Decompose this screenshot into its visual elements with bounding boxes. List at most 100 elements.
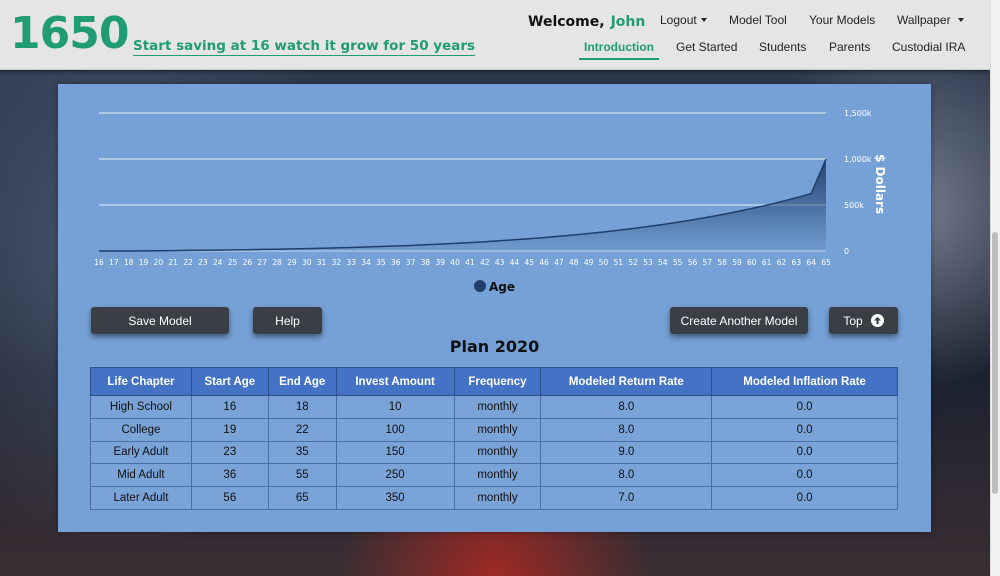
table-cell: 23 (190, 440, 269, 465)
table-cell: monthly (453, 463, 542, 488)
tab-introduction[interactable]: Introduction (579, 40, 659, 60)
column-header[interactable]: End Age (267, 367, 337, 396)
x-tick-label: 27 (257, 258, 267, 267)
x-tick-label: 18 (124, 258, 134, 267)
brand-logo[interactable]: 1650 (10, 8, 129, 59)
table-cell: monthly (453, 486, 542, 510)
x-tick-label: 34 (361, 258, 371, 267)
top-button[interactable]: Top (829, 307, 898, 334)
table-cell: 22 (267, 417, 337, 442)
table-header-row: Life Chapter Start Age End Age Invest Am… (90, 367, 898, 396)
welcome-label: Welcome, (528, 14, 605, 30)
table-cell: 7.0 (540, 486, 713, 510)
x-tick-label: 49 (584, 258, 594, 267)
x-tick-label: 29 (287, 258, 297, 267)
nav-wallpaper-label: Wallpaper (897, 13, 951, 27)
x-tick-label: 62 (777, 258, 787, 267)
x-tick-label: 19 (139, 258, 149, 267)
x-tick-label: 65 (821, 258, 831, 267)
x-tick-label: 33 (346, 258, 356, 267)
y-axis-label: $ Dollars (873, 154, 887, 214)
column-header[interactable]: Start Age (190, 367, 269, 396)
chart-legend[interactable]: Age (474, 280, 515, 294)
column-header[interactable]: Frequency (453, 367, 542, 396)
plan-table: Life Chapter Start Age End Age Invest Am… (90, 367, 898, 510)
create-another-model-button[interactable]: Create Another Model (670, 307, 808, 334)
x-tick-label: 28 (272, 258, 282, 267)
tab-get-started[interactable]: Get Started (676, 40, 737, 54)
x-tick-label: 16 (94, 258, 104, 267)
table-cell: 56 (190, 486, 269, 510)
y-tick-label: 1,500k (844, 109, 872, 118)
column-header[interactable]: Invest Amount (335, 367, 455, 396)
x-tick-label: 24 (213, 258, 223, 267)
x-tick-label: 40 (450, 258, 460, 267)
legend-marker (474, 280, 486, 292)
table-row[interactable]: Early Adult 23 35 150 monthly 9.0 0.0 (90, 440, 898, 465)
table-cell: 8.0 (540, 463, 713, 488)
tab-parents[interactable]: Parents (829, 40, 870, 54)
x-tick-label: 31 (317, 258, 327, 267)
x-tick-label: 30 (302, 258, 312, 267)
growth-chart: 16 17 18 19 20 21 22 23 24 25 26 27 28 29 30 31 32 33 34 35… (94, 109, 887, 294)
table-row[interactable]: Mid Adult 36 55 250 monthly 8.0 0.0 (90, 463, 898, 488)
x-tick-label: 64 (806, 258, 816, 267)
table-cell: 0.0 (711, 486, 898, 510)
x-tick-label: 47 (554, 258, 564, 267)
x-tick-label: 50 (599, 258, 609, 267)
table-cell: 0.0 (711, 395, 898, 419)
nav-wallpaper-dropdown[interactable]: Wallpaper (897, 13, 964, 27)
x-tick-label: 54 (658, 258, 668, 267)
page-scrollbar-thumb[interactable] (992, 232, 998, 494)
x-tick-label: 35 (376, 258, 386, 267)
table-cell: 36 (190, 463, 269, 488)
x-tick-label: 57 (703, 258, 713, 267)
x-tick-label: 48 (569, 258, 579, 267)
x-tick-label: 46 (539, 258, 549, 267)
x-tick-label: 45 (524, 258, 534, 267)
x-tick-label: 56 (688, 258, 698, 267)
x-tick-label: 41 (465, 258, 475, 267)
x-tick-label: 26 (243, 258, 253, 267)
table-row[interactable]: Later Adult 56 65 350 monthly 7.0 0.0 (90, 486, 898, 510)
table-cell: 16 (190, 395, 269, 419)
x-tick-label: 32 (332, 258, 342, 267)
x-tick-label: 53 (643, 258, 653, 267)
top-label: Top (843, 313, 863, 328)
table-cell: 55 (267, 463, 337, 488)
table-cell: 19 (190, 417, 269, 442)
table-row[interactable]: High School 16 18 10 monthly 8.0 0.0 (90, 395, 898, 419)
save-model-button[interactable]: Save Model (91, 307, 229, 334)
nav-your-models[interactable]: Your Models (809, 13, 875, 27)
help-label: Help (275, 313, 300, 328)
table-cell: Mid Adult (90, 463, 192, 488)
table-row[interactable]: College 19 22 100 monthly 8.0 0.0 (90, 417, 898, 442)
column-header[interactable]: Modeled Inflation Rate (711, 367, 898, 396)
column-header[interactable]: Modeled Return Rate (540, 367, 713, 396)
table-cell: 8.0 (540, 395, 713, 419)
brand-tagline[interactable]: Start saving at 16 watch it grow for 50 … (133, 38, 476, 56)
table-cell: 9.0 (540, 440, 713, 465)
x-tick-label: 20 (154, 258, 164, 267)
help-button[interactable]: Help (253, 307, 322, 334)
y-tick-label: 1,000k (844, 155, 872, 164)
x-tick-label: 60 (747, 258, 757, 267)
table-cell: High School (90, 395, 192, 419)
table-cell: monthly (453, 417, 542, 442)
y-tick-label: 500k (844, 201, 864, 210)
x-tick-label: 21 (168, 258, 178, 267)
table-cell: 100 (335, 417, 455, 442)
model-panel: 16 17 18 19 20 21 22 23 24 25 26 27 28 29 30 31 32 33 34 35… (58, 84, 931, 532)
x-tick-label: 55 (673, 258, 683, 267)
table-cell: 350 (335, 486, 455, 510)
x-tick-label: 51 (614, 258, 624, 267)
x-tick-label: 61 (762, 258, 772, 267)
tab-custodial-ira[interactable]: Custodial IRA (892, 40, 965, 54)
column-header[interactable]: Life Chapter (90, 367, 192, 396)
nav-model-tool[interactable]: Model Tool (729, 13, 787, 27)
tab-students[interactable]: Students (759, 40, 806, 54)
table-cell: College (90, 417, 192, 442)
x-tick-label: 59 (732, 258, 742, 267)
nav-logout-dropdown[interactable]: Logout (660, 13, 707, 27)
y-tick-label: 0 (844, 247, 849, 256)
